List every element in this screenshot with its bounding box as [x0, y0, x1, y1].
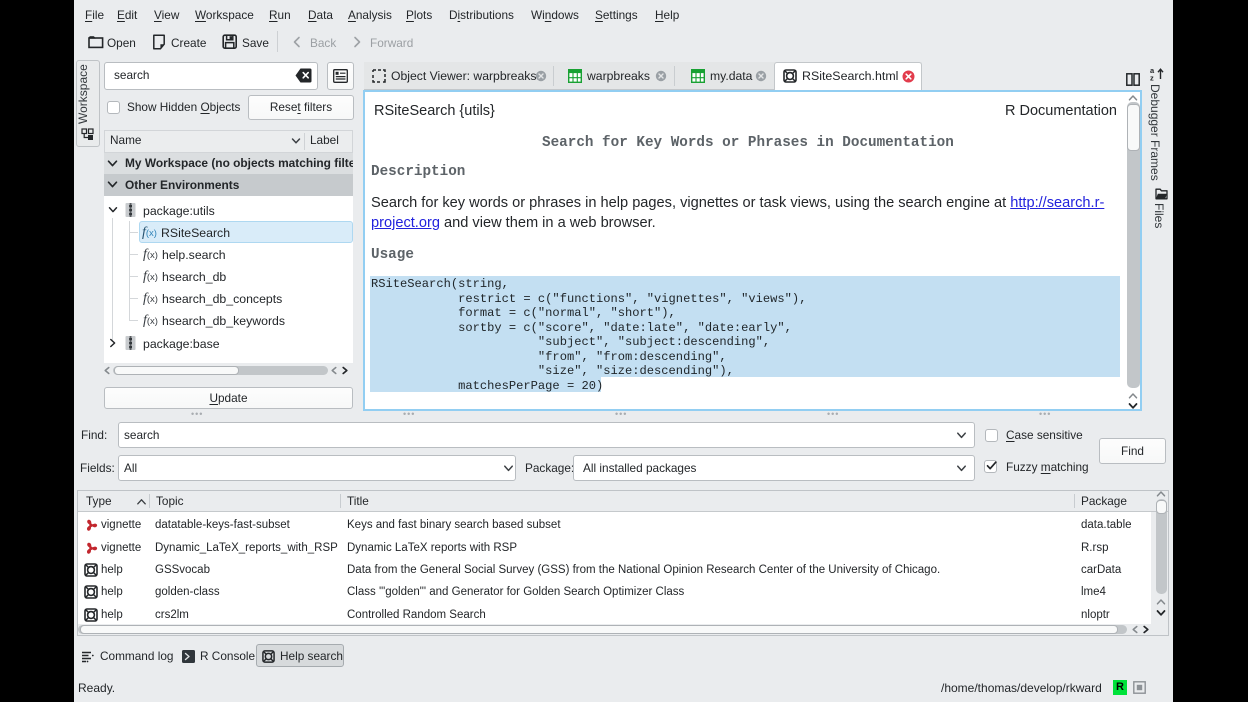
svg-text:z: z: [1150, 74, 1154, 82]
